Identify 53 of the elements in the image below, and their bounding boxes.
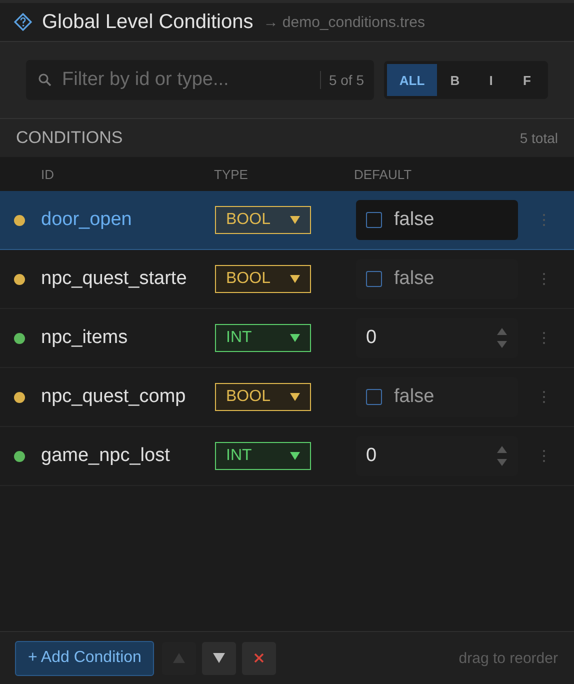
search-icon (38, 73, 52, 87)
result-count: 5 of 5 (328, 72, 364, 88)
type-filter-tab[interactable]: B (437, 64, 473, 96)
more-icon (542, 272, 546, 286)
more-icon (542, 213, 546, 227)
delete-button[interactable] (242, 642, 276, 674)
condition-row[interactable]: npc_items INT 0 (0, 309, 574, 368)
stepper-icon (496, 326, 508, 350)
condition-id: npc_quest_comp (41, 386, 187, 408)
condition-row[interactable]: npc_quest_comp BOOL false (0, 368, 574, 427)
caret-icon (290, 275, 300, 283)
type-dropdown[interactable]: BOOL (215, 206, 311, 234)
type-dropdown[interactable]: BOOL (215, 265, 311, 293)
more-icon (542, 331, 546, 345)
search-field[interactable]: Filter by id or type... 5 of 5 (26, 60, 374, 100)
more-icon (542, 449, 546, 463)
type-filter-tab[interactable]: ALL (387, 64, 437, 96)
type-filter-tab[interactable]: I (473, 64, 509, 96)
file-path: → demo_conditions.tres (263, 14, 425, 30)
condition-row[interactable]: door_open BOOL false (0, 191, 574, 250)
caret-icon (290, 216, 300, 224)
close-icon (254, 653, 264, 663)
condition-id: npc_quest_starte (41, 268, 188, 290)
caret-icon (290, 334, 300, 342)
caret-icon (290, 393, 300, 401)
column-header: ID (41, 166, 55, 182)
condition-id: door_open (41, 209, 133, 231)
help-diamond-icon (14, 13, 32, 31)
add-condition-button[interactable]: + Add Condition (15, 640, 154, 676)
type-dropdown[interactable]: BOOL (215, 383, 311, 411)
condition-row[interactable]: game_npc_lost INT 0 (0, 427, 574, 486)
window-title: Global Level Conditions (42, 10, 254, 34)
drag-hint: drag to reorder (458, 650, 558, 666)
checkbox[interactable] (366, 212, 382, 228)
checkbox[interactable] (366, 389, 382, 405)
column-header: TYPE (214, 166, 249, 182)
checkbox[interactable] (366, 271, 382, 287)
type-filter-tab[interactable]: F (509, 64, 545, 96)
triangle-down-icon (213, 653, 226, 663)
default-field[interactable]: false (356, 200, 518, 240)
condition-id: game_npc_lost (41, 445, 171, 467)
type-dropdown[interactable]: INT (215, 442, 311, 470)
type-dropdown[interactable]: INT (215, 324, 311, 352)
caret-icon (290, 452, 300, 460)
condition-id: npc_items (41, 327, 129, 349)
section-title: CONDITIONS (16, 128, 123, 148)
total-count: 5 total (520, 130, 558, 146)
search-input[interactable]: Filter by id or type... (60, 68, 312, 92)
stepper-icon (496, 444, 508, 468)
move-down-button[interactable] (202, 642, 236, 674)
more-icon (542, 390, 546, 404)
condition-row[interactable]: npc_quest_starte BOOL false (0, 250, 574, 309)
column-header: DEFAULT (354, 166, 412, 182)
